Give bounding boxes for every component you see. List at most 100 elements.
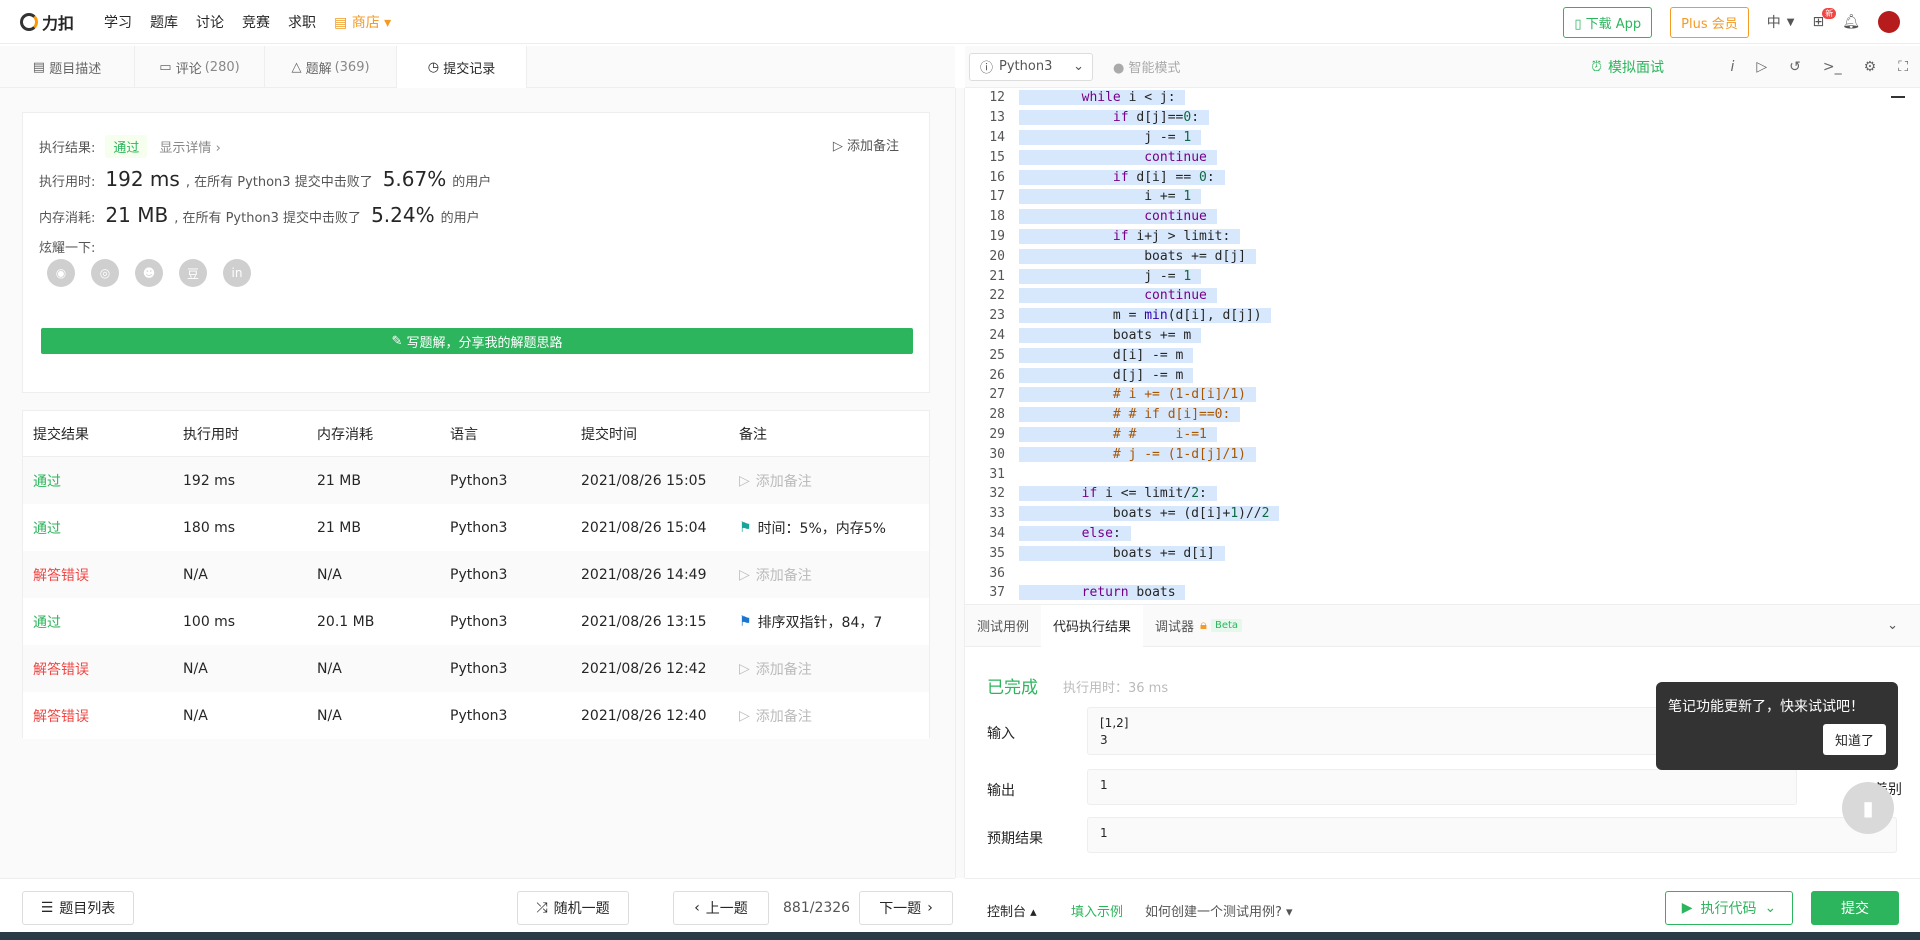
code-line[interactable]: 16 if d[i] == 0: [965,167,1905,187]
table-row[interactable]: 解答错误 N/A N/A Python3 2021/08/26 12:40 ▷ 添加备注 [23,692,929,739]
code-line[interactable]: 25 d[i] -= m [965,345,1905,365]
row-note[interactable]: ▷ 添加备注 [739,706,929,726]
code-line[interactable]: 31 [965,464,1905,484]
language-switch[interactable]: 中 ▼ [1767,12,1795,32]
row-note[interactable]: ⚑ 排序双指针，84，7 [739,612,929,632]
next-problem-button[interactable]: 下一题 › [859,891,953,925]
problem-list-button[interactable]: ☰ 题目列表 [22,891,134,925]
row-note[interactable]: ⚑ 时间：5%，内存5% [739,518,929,538]
code-line[interactable]: 14 j -= 1 [965,128,1905,148]
code-text: boats += m [1019,327,1202,343]
code-line[interactable]: 23 m = min(d[i], d[j]) [965,306,1905,326]
pane-splitter[interactable] [955,88,965,878]
code-line[interactable]: 35 boats += d[i] [965,543,1905,563]
tab-run-result[interactable]: 代码执行结果 [1041,604,1144,647]
row-status[interactable]: 通过 [23,471,183,491]
submit-button[interactable]: 提交 [1811,891,1899,925]
code-line[interactable]: 33 boats += (d[i]+1)//2 [965,504,1905,524]
code-line[interactable]: 24 boats += m [965,326,1905,346]
linkedin-icon[interactable]: in [223,259,251,287]
code-editor[interactable]: 12 while i < j: 13 if d[j]==0: 14 j -= 1… [965,88,1905,604]
notes-float-button[interactable]: ▮ [1842,782,1894,834]
random-problem-button[interactable]: ⤮ 随机一题 [517,891,629,925]
code-line[interactable]: 21 j -= 1 [965,266,1905,286]
qq-icon[interactable]: ☻ [135,259,163,287]
new-feature-button[interactable]: ⊞ 新 [1812,8,1837,30]
code-line[interactable]: 29 # # i-=1 [965,425,1905,445]
plus-member-button[interactable]: Plus 会员 [1670,6,1749,38]
nav-learn[interactable]: 学习 [104,12,132,32]
row-note[interactable]: ▷ 添加备注 [739,659,929,679]
nav-shop[interactable]: ▤ 商店 ▾ [334,12,391,32]
tab-solutions[interactable]: △ 题解 (369) [265,46,397,88]
mock-interview-button[interactable]: ⏰︎ 模拟面试 [1591,46,1664,88]
code-line[interactable]: 18 continue [965,207,1905,227]
code-line[interactable]: 27 # i += (1-d[i]/1) [965,385,1905,405]
tab-comments[interactable]: ▭ 评论 (280) [135,46,265,88]
code-text: continue [1019,209,1217,225]
fullscreen-icon[interactable]: ⛶ [1898,59,1908,75]
weibo-icon[interactable]: ◎ [91,259,119,287]
reset-icon[interactable]: ↺ [1789,59,1801,75]
code-line[interactable]: 28 # # if d[i]==0: [965,405,1905,425]
show-detail-link[interactable]: 显示详情 › [159,137,220,156]
table-row[interactable]: 通过 192 ms 21 MB Python3 2021/08/26 15:05 ▷ 添加备… [23,457,929,504]
row-status[interactable]: 通过 [23,518,183,538]
terminal-icon[interactable]: >_ [1823,59,1842,75]
fill-example-link[interactable]: 填入示例 [1071,901,1123,920]
code-line[interactable]: 19 if i+j > limit: [965,227,1905,247]
avatar[interactable] [1878,11,1900,33]
popover-ok-button[interactable]: 知道了 [1822,724,1886,755]
code-line[interactable]: 15 continue [965,147,1905,167]
how-to-testcase-link[interactable]: 如何创建一个测试用例? ▾ [1145,901,1293,920]
row-status[interactable]: 解答错误 [23,565,183,585]
language-select[interactable]: ⓘ Python3 ⌄ [969,52,1093,81]
row-status[interactable]: 解答错误 [23,706,183,726]
add-note-button[interactable]: ▷ 添加备注 [833,135,899,154]
table-row[interactable]: 解答错误 N/A N/A Python3 2021/08/26 12:42 ▷ 添加备注 [23,645,929,692]
write-solution-button[interactable]: ✎ 写题解，分享我的解题思路 [41,328,913,354]
tab-testcase[interactable]: 测试用例 [965,605,1041,647]
code-line[interactable]: 36 [965,563,1905,583]
download-app-button[interactable]: ▯ 下载 App [1563,6,1653,38]
code-line[interactable]: 32 if i <= limit/2: [965,484,1905,504]
code-line[interactable]: 13 if d[j]==0: [965,108,1905,128]
code-line[interactable]: 22 continue [965,286,1905,306]
wechat-icon[interactable]: ◉ [47,259,75,287]
code-line[interactable]: 26 d[j] -= m [965,365,1905,385]
row-status[interactable]: 通过 [23,612,183,632]
logo[interactable]: 力扣 [20,10,74,34]
run-code-button[interactable]: ▶ 执行代码 ⌄ [1665,891,1793,925]
code-line[interactable]: 12 while i < j: [965,88,1905,108]
table-row[interactable]: 解答错误 N/A N/A Python3 2021/08/26 14:49 ▷ 添加备注 [23,551,929,598]
smart-mode-toggle[interactable]: ● 智能模式 [1113,57,1181,76]
douban-icon[interactable]: 豆 [179,259,207,287]
code-line[interactable]: 17 i += 1 [965,187,1905,207]
tab-submissions[interactable]: ◷ 提交记录 [397,46,527,88]
nav-contest[interactable]: 竞赛 [242,12,270,32]
next-label: 下一题 [879,901,922,917]
console-toggle[interactable]: 控制台 ▴ [987,901,1037,920]
table-row[interactable]: 通过 180 ms 21 MB Python3 2021/08/26 15:04 ⚑ 时间：… [23,504,929,551]
table-row[interactable]: 通过 100 ms 20.1 MB Python3 2021/08/26 13:15 ⚑ 排… [23,598,929,645]
nav-problems[interactable]: 题库 [150,12,178,32]
code-line[interactable]: 30 # j -= (1-d[j]/1) [965,444,1905,464]
prev-problem-button[interactable]: ‹ 上一题 [673,891,769,925]
tab-description[interactable]: ▤ 题目描述 [0,46,135,88]
bell-icon[interactable]: 🔔︎ [1842,14,1860,30]
row-status[interactable]: 解答错误 [23,659,183,679]
nav-discuss[interactable]: 讨论 [196,12,224,32]
row-note[interactable]: ▷ 添加备注 [739,565,929,585]
italic-info-icon[interactable]: i [1730,59,1734,75]
code-line[interactable]: 20 boats += d[j] [965,246,1905,266]
row-note[interactable]: ▷ 添加备注 [739,471,929,491]
nav-jobs[interactable]: 求职 [288,12,316,32]
settings-icon[interactable]: ⚙ [1864,59,1877,75]
language-value: Python3 [999,59,1053,74]
play-icon[interactable]: ▷ [1756,59,1767,75]
result-card: 执行结果: 通过 显示详情 › ▷ 添加备注 执行用时: 192 ms , 在所… [22,112,930,393]
code-line[interactable]: 37 return boats [965,583,1905,603]
chevron-down-icon[interactable]: ⌄ [1887,618,1898,633]
tab-debugger[interactable]: 调试器 🔒︎ Beta [1143,605,1254,647]
code-line[interactable]: 34 else: [965,524,1905,544]
